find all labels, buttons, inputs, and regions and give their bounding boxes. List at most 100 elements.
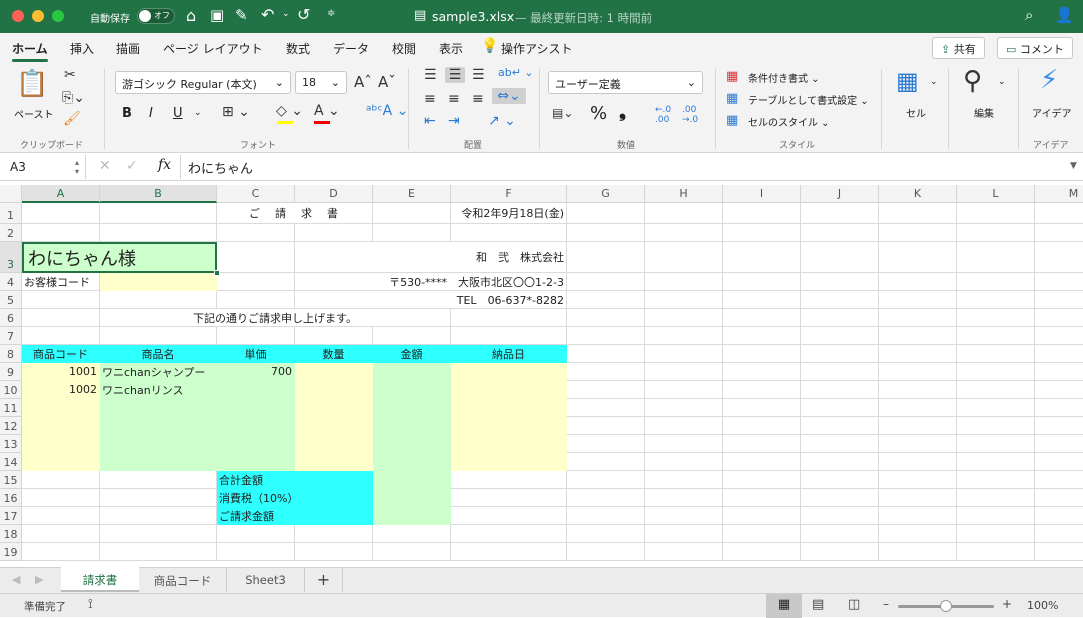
column-header-J[interactable]: J <box>801 185 879 203</box>
column-header-G[interactable]: G <box>567 185 645 203</box>
row-header-7[interactable]: 7 <box>0 327 22 345</box>
cell-I13[interactable] <box>723 435 801 453</box>
cell-M2[interactable] <box>1035 224 1083 242</box>
cell-K13[interactable] <box>879 435 957 453</box>
orientation-icon[interactable]: ↗ ⌄ <box>488 113 516 129</box>
format-painter-icon[interactable]: 🖌 <box>63 111 81 127</box>
format-as-table-button[interactable]: テーブルとして書式設定 ⌄ <box>748 92 869 107</box>
save-icon[interactable]: ▣ <box>210 6 224 24</box>
cell-E12[interactable] <box>373 417 451 435</box>
align-right-icon[interactable]: ≡ <box>472 91 484 107</box>
cell-J16[interactable] <box>801 489 879 507</box>
italic-button[interactable]: I <box>149 106 153 121</box>
sheet-tab-invoice[interactable]: 請求書 <box>61 567 139 592</box>
decrease-decimal-icon[interactable]: .00 →.0 <box>682 105 698 125</box>
column-header-E[interactable]: E <box>373 185 451 203</box>
cell-F2[interactable] <box>451 224 567 242</box>
cell-B13[interactable] <box>100 435 217 453</box>
tab-view[interactable]: 表示 <box>439 40 463 57</box>
cell-L17[interactable] <box>957 507 1035 525</box>
cell-G15[interactable] <box>567 471 645 489</box>
fill-color-icon[interactable]: ◇ ⌄ <box>276 103 303 119</box>
edit-button[interactable]: 編集 <box>974 105 994 120</box>
cut-icon[interactable]: ✂ <box>64 67 76 83</box>
cell-H11[interactable] <box>645 399 723 417</box>
cell-I11[interactable] <box>723 399 801 417</box>
cell-J11[interactable] <box>801 399 879 417</box>
cell-D4[interactable]: 〒530-**** 大阪市北区〇〇1-2-3 <box>295 273 567 291</box>
cell-H3[interactable] <box>645 242 723 273</box>
cell-K10[interactable] <box>879 381 957 399</box>
row-header-12[interactable]: 12 <box>0 417 22 435</box>
row-header-13[interactable]: 13 <box>0 435 22 453</box>
tab-draw[interactable]: 描画 <box>116 40 140 57</box>
cell-A12[interactable] <box>22 417 100 435</box>
cell-E17[interactable] <box>373 507 451 525</box>
home-icon[interactable]: ⌂ <box>186 6 196 25</box>
name-box[interactable]: A3 ▴ ▾ <box>0 155 86 179</box>
cell-B7[interactable] <box>100 327 217 345</box>
tab-tell-me[interactable]: 操作アシスト <box>501 40 573 57</box>
next-sheet-icon[interactable]: ▶ <box>35 573 43 586</box>
cell-F15[interactable] <box>451 471 567 489</box>
paste-icon[interactable]: 📋 <box>16 69 48 99</box>
cell-F18[interactable] <box>451 525 567 543</box>
row-header-15[interactable]: 15 <box>0 471 22 489</box>
cell-C14[interactable] <box>217 453 295 471</box>
cells-icon[interactable]: ▦ <box>896 67 919 95</box>
cell-C8[interactable]: 単価 <box>217 345 295 363</box>
cell-H4[interactable] <box>645 273 723 291</box>
font-name-select[interactable]: 游ゴシック Regular (本文) ⌄ <box>115 71 291 94</box>
row-header-14[interactable]: 14 <box>0 453 22 471</box>
cell-F17[interactable] <box>451 507 567 525</box>
add-sheet-button[interactable]: + <box>305 568 343 592</box>
cell-H1[interactable] <box>645 203 723 224</box>
font-size-select[interactable]: 18 ⌄ <box>295 71 347 94</box>
cell-M5[interactable] <box>1035 291 1083 309</box>
row-header-11[interactable]: 11 <box>0 399 22 417</box>
cell-I3[interactable] <box>723 242 801 273</box>
cell-A16[interactable] <box>22 489 100 507</box>
cell-D12[interactable] <box>295 417 373 435</box>
customize-toolbar-icon[interactable]: ≑ <box>327 8 335 19</box>
row-header-18[interactable]: 18 <box>0 525 22 543</box>
cell-C4[interactable] <box>217 273 295 291</box>
search-icon[interactable]: ⌕ <box>1025 6 1033 24</box>
cell-A14[interactable] <box>22 453 100 471</box>
cell-A7[interactable] <box>22 327 100 345</box>
cell-G9[interactable] <box>567 363 645 381</box>
cell-C18[interactable] <box>217 525 295 543</box>
font-color-icon[interactable]: A ⌄ <box>314 103 340 119</box>
cell-J12[interactable] <box>801 417 879 435</box>
cell-J6[interactable] <box>801 309 879 327</box>
cell-M10[interactable] <box>1035 381 1083 399</box>
cell-K14[interactable] <box>879 453 957 471</box>
align-center-icon[interactable]: ≡ <box>448 91 460 107</box>
cell-B4[interactable] <box>100 273 217 291</box>
cell-G7[interactable] <box>567 327 645 345</box>
cell-G16[interactable] <box>567 489 645 507</box>
cell-I2[interactable] <box>723 224 801 242</box>
cell-G11[interactable] <box>567 399 645 417</box>
cell-D10[interactable] <box>295 381 373 399</box>
cell-H7[interactable] <box>645 327 723 345</box>
cell-K11[interactable] <box>879 399 957 417</box>
cell-J1[interactable] <box>801 203 879 224</box>
cell-G6[interactable] <box>567 309 645 327</box>
zoom-slider-handle[interactable] <box>940 600 952 612</box>
cell-G14[interactable] <box>567 453 645 471</box>
cell-I18[interactable] <box>723 525 801 543</box>
phonetic-icon[interactable]: ᵃᵇᶜA ⌄ <box>366 103 408 119</box>
cell-E2[interactable] <box>373 224 451 242</box>
share-button[interactable]: ⇪ 共有 <box>932 37 985 59</box>
cell-F19[interactable] <box>451 543 567 561</box>
cell-C13[interactable] <box>217 435 295 453</box>
cell-E18[interactable] <box>373 525 451 543</box>
column-header-B[interactable]: B <box>100 185 217 203</box>
cell-K7[interactable] <box>879 327 957 345</box>
cell-E10[interactable] <box>373 381 451 399</box>
page-layout-view-button[interactable]: ▤ <box>812 597 824 612</box>
cell-J17[interactable] <box>801 507 879 525</box>
worksheet-grid[interactable]: A B C D E F G H I J K L M 1 2 3 4 5 6 7 8 9 10 11 12 13 14 15 16 17 18… <box>0 185 1083 567</box>
cell-B19[interactable] <box>100 543 217 561</box>
